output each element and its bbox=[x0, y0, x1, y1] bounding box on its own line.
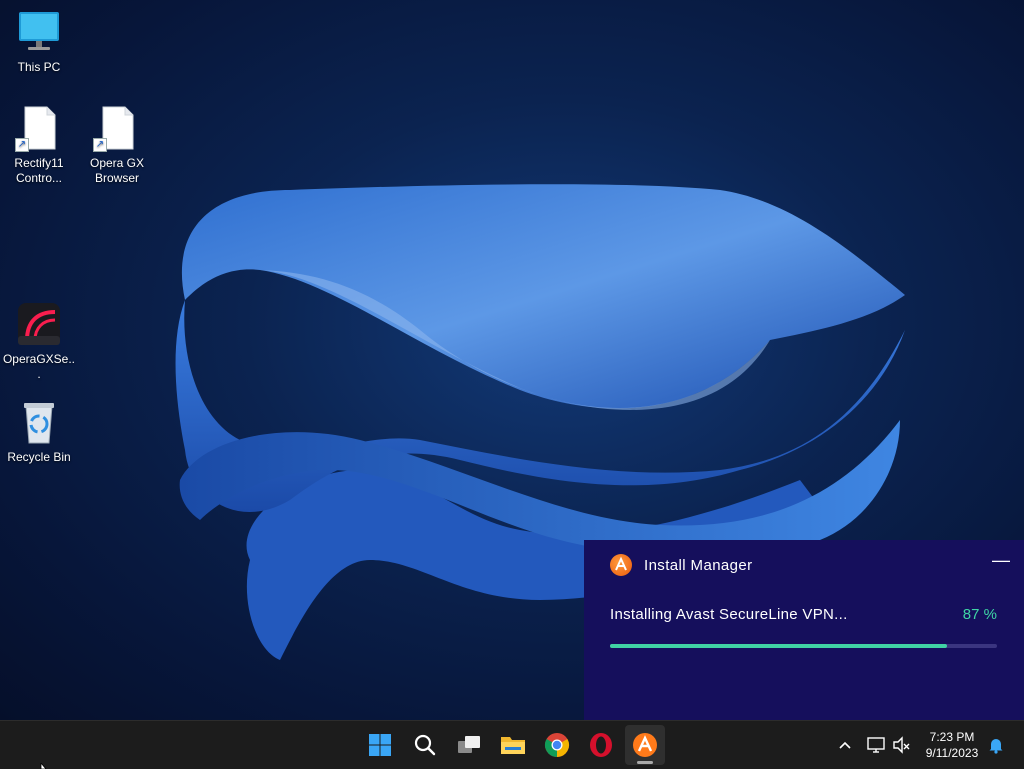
search-icon bbox=[414, 734, 436, 756]
volume-muted-icon bbox=[893, 736, 910, 754]
task-view-icon bbox=[458, 736, 480, 753]
file-shortcut-icon: ↗ bbox=[93, 104, 141, 152]
desktop-icon-label: This PC bbox=[17, 60, 61, 74]
notification-bell-icon bbox=[989, 739, 1003, 754]
chevron-up-icon bbox=[839, 741, 851, 749]
chrome-icon bbox=[544, 733, 570, 757]
taskbar: 7:23 PM 9/11/2023 bbox=[0, 720, 1024, 769]
monitor-icon bbox=[15, 8, 63, 56]
desktop-icon-this-pc[interactable]: This PC bbox=[2, 8, 76, 75]
install-progress-fill bbox=[610, 644, 947, 648]
chrome-button[interactable] bbox=[537, 725, 577, 765]
clock-time: 7:23 PM bbox=[929, 730, 975, 744]
start-button[interactable] bbox=[360, 725, 400, 765]
desktop-icon-rectify11[interactable]: ↗ Rectify11 Contro... bbox=[2, 104, 76, 186]
desktop: This PC ↗ Rectify11 Contro... ↗ Opera GX… bbox=[0, 0, 1024, 720]
desktop-icon-opera-gx-setup[interactable]: OperaGXSe... bbox=[2, 300, 76, 382]
desktop-icon-label: Recycle Bin bbox=[7, 450, 71, 464]
install-manager-window: Install Manager — Installing Avast Secur… bbox=[584, 540, 1024, 720]
avast-icon bbox=[633, 733, 657, 757]
desktop-icon-label: Rectify11 Contro... bbox=[14, 156, 64, 185]
opera-gx-setup-icon bbox=[15, 300, 63, 348]
file-shortcut-icon: ↗ bbox=[15, 104, 63, 152]
search-button[interactable] bbox=[405, 725, 445, 765]
desktop-icon-label: OperaGXSe... bbox=[2, 352, 76, 381]
opera-icon bbox=[590, 733, 612, 757]
install-manager-title: Install Manager bbox=[644, 556, 753, 574]
windows-logo-icon bbox=[369, 734, 391, 756]
recycle-bin-icon bbox=[15, 398, 63, 446]
install-status-text: Installing Avast SecureLine VPN... bbox=[610, 606, 848, 623]
notifications-button[interactable] bbox=[984, 733, 1008, 757]
avast-icon bbox=[610, 554, 632, 576]
install-percent: 87 % bbox=[962, 606, 997, 623]
volume-button[interactable] bbox=[890, 733, 914, 757]
taskbar-clock[interactable]: 7:23 PM 9/11/2023 bbox=[920, 729, 984, 761]
shortcut-arrow-icon: ↗ bbox=[15, 138, 29, 152]
desktop-icon-opera-gx-browser[interactable]: ↗ Opera GX Browser bbox=[80, 104, 154, 186]
install-progress-bar bbox=[610, 644, 997, 648]
show-hidden-icons-button[interactable] bbox=[833, 733, 857, 757]
shortcut-arrow-icon: ↗ bbox=[93, 138, 107, 152]
desktop-icon-label: Opera GX Browser bbox=[89, 156, 145, 185]
install-manager-header: Install Manager bbox=[610, 552, 753, 578]
clock-date: 9/11/2023 bbox=[925, 746, 979, 760]
opera-button[interactable] bbox=[581, 725, 621, 765]
folder-icon bbox=[501, 737, 525, 754]
network-button[interactable] bbox=[865, 733, 889, 757]
mouse-cursor bbox=[40, 763, 47, 769]
network-icon bbox=[867, 737, 885, 753]
task-view-button[interactable] bbox=[449, 725, 489, 765]
file-explorer-button[interactable] bbox=[493, 725, 533, 765]
avast-button[interactable] bbox=[625, 725, 665, 765]
active-indicator bbox=[637, 761, 653, 764]
minimize-button[interactable]: — bbox=[992, 550, 1010, 574]
desktop-icon-recycle-bin[interactable]: Recycle Bin bbox=[2, 398, 76, 465]
